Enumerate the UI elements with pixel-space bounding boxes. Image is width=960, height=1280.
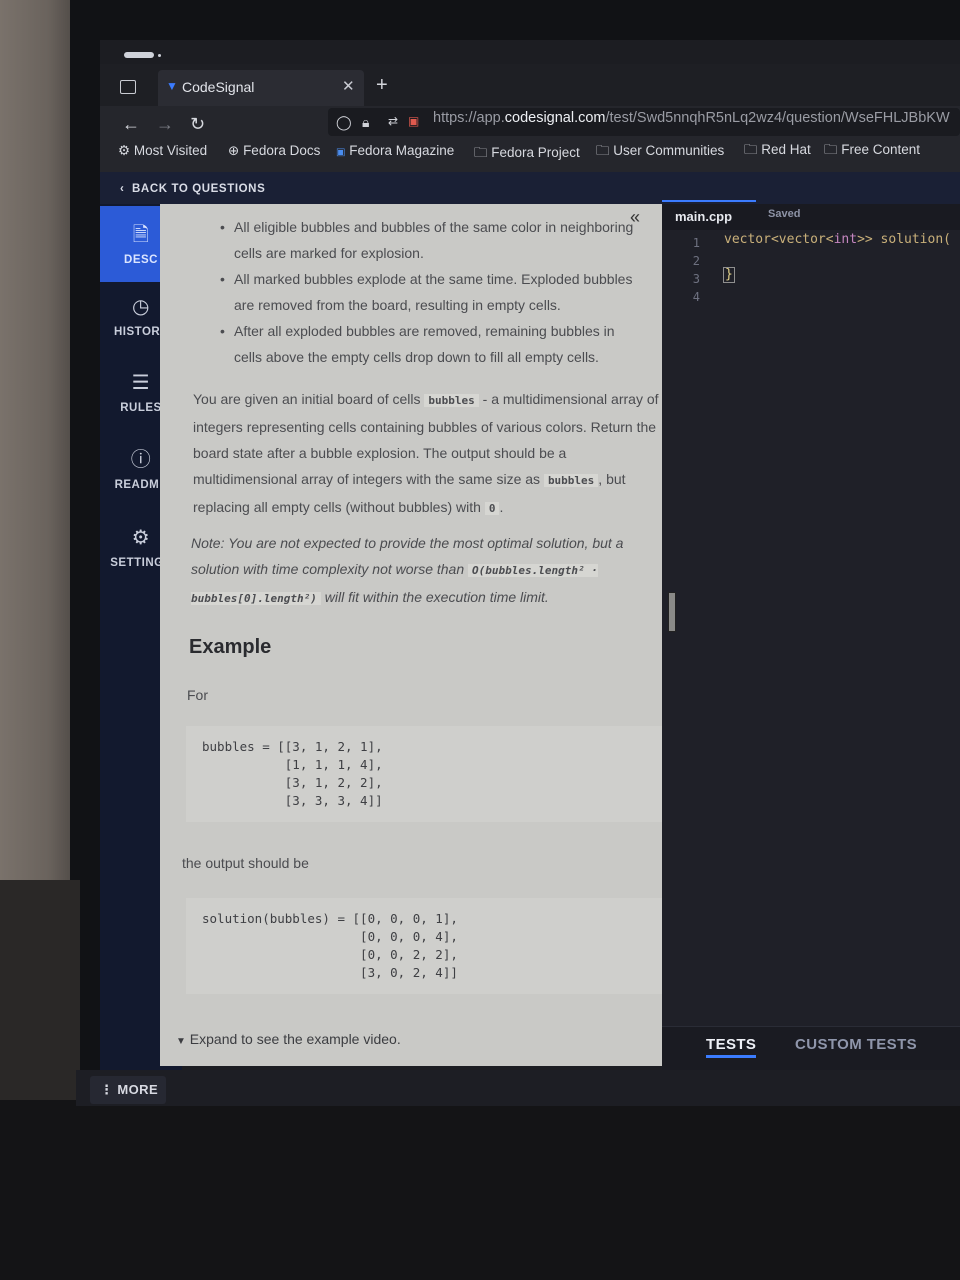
permissions-icon[interactable]: ⇄ (388, 114, 398, 128)
bookmark-free-content[interactable]: 🗀︎ Free Content (824, 140, 920, 163)
tab-list-icon[interactable] (120, 80, 136, 94)
bookmark-fedora-project[interactable]: 🗀︎ Fedora Project (474, 143, 580, 166)
bookmark-red-hat[interactable]: 🗀︎ Red Hat (744, 140, 811, 163)
example-input-block: bubbles = [[3, 1, 2, 1], [1, 1, 1, 4], [… (186, 726, 666, 822)
codesignal-favicon-icon: ▼ (166, 79, 178, 93)
tab-custom-tests[interactable]: CUSTOM TESTS (795, 1036, 917, 1053)
forward-arrow-icon[interactable]: → (156, 114, 174, 135)
url-text[interactable]: https://app.codesignal.com/test/Swd5nnqh… (433, 110, 950, 126)
active-file-indicator (662, 200, 756, 202)
rules-list: All eligible bubbles and bubbles of the … (220, 214, 642, 370)
back-arrow-icon[interactable]: ← (122, 114, 140, 135)
background-shadow (0, 880, 80, 1100)
bookmark-user-communities[interactable]: 🗀︎ User Communities (596, 141, 724, 164)
list-item: All marked bubbles explode at the same t… (220, 266, 642, 318)
window-handle (124, 52, 154, 58)
output-label: the output should be (182, 855, 309, 871)
bookmark-fedora-magazine[interactable]: ▣ Fedora Magazine (336, 143, 454, 158)
example-output-block: solution(bubbles) = [[0, 0, 0, 1], [0, 0… (186, 898, 666, 994)
tab-tests[interactable]: TESTS (706, 1036, 757, 1058)
nav-desc-label: DESC (124, 254, 158, 266)
code-line-3[interactable]: } (723, 267, 735, 283)
list-item: After all exploded bubbles are removed, … (220, 318, 642, 370)
nav-rules-label: RULES (120, 402, 162, 414)
code-editor[interactable] (662, 204, 960, 1070)
footer-bar (76, 1070, 960, 1106)
new-tab-icon[interactable]: + (376, 74, 388, 97)
for-label: For (187, 687, 208, 703)
kebab-icon: ⋮ (100, 1082, 114, 1097)
panel-resize-handle[interactable] (668, 592, 676, 632)
monitor-bottom (0, 1100, 960, 1280)
shield-icon[interactable]: ◯ (336, 114, 352, 131)
line-numbers: 1 2 3 4 (692, 236, 700, 304)
camera-permission-icon[interactable]: ▣ (408, 114, 419, 128)
example-heading: Example (189, 636, 272, 658)
save-status: Saved (768, 208, 801, 220)
bookmark-fedora-docs[interactable]: ⊕ Fedora Docs (228, 143, 320, 159)
reload-icon[interactable]: ↻ (190, 114, 205, 135)
problem-statement: You are given an initial board of cells … (193, 391, 659, 515)
code-line-1[interactable]: vector<vector<int>> solution( (724, 232, 951, 247)
more-button[interactable]: ⋮ MORE (90, 1076, 166, 1104)
expand-video-toggle[interactable]: ▼ Expand to see the example video. (176, 1026, 401, 1055)
list-item: All eligible bubbles and bubbles of the … (220, 214, 642, 266)
window-handle-dot (158, 54, 161, 57)
bookmark-most-visited[interactable]: ⚙ Most Visited (118, 143, 207, 159)
description-panel: « All eligible bubbles and bubbles of th… (160, 204, 690, 1066)
close-tab-icon[interactable]: ✕ (342, 77, 355, 95)
back-to-questions-link[interactable]: ‹ BACK TO QUESTIONS (120, 183, 265, 195)
complexity-note: Note: You are not expected to provide th… (191, 535, 624, 605)
lock-icon[interactable]: 🔒︎ (362, 114, 369, 131)
file-tab-main-cpp[interactable]: main.cpp (675, 209, 732, 224)
tab-title: CodeSignal (182, 79, 255, 95)
background-wall (0, 0, 80, 880)
caret-down-icon: ▼ (176, 1036, 186, 1047)
